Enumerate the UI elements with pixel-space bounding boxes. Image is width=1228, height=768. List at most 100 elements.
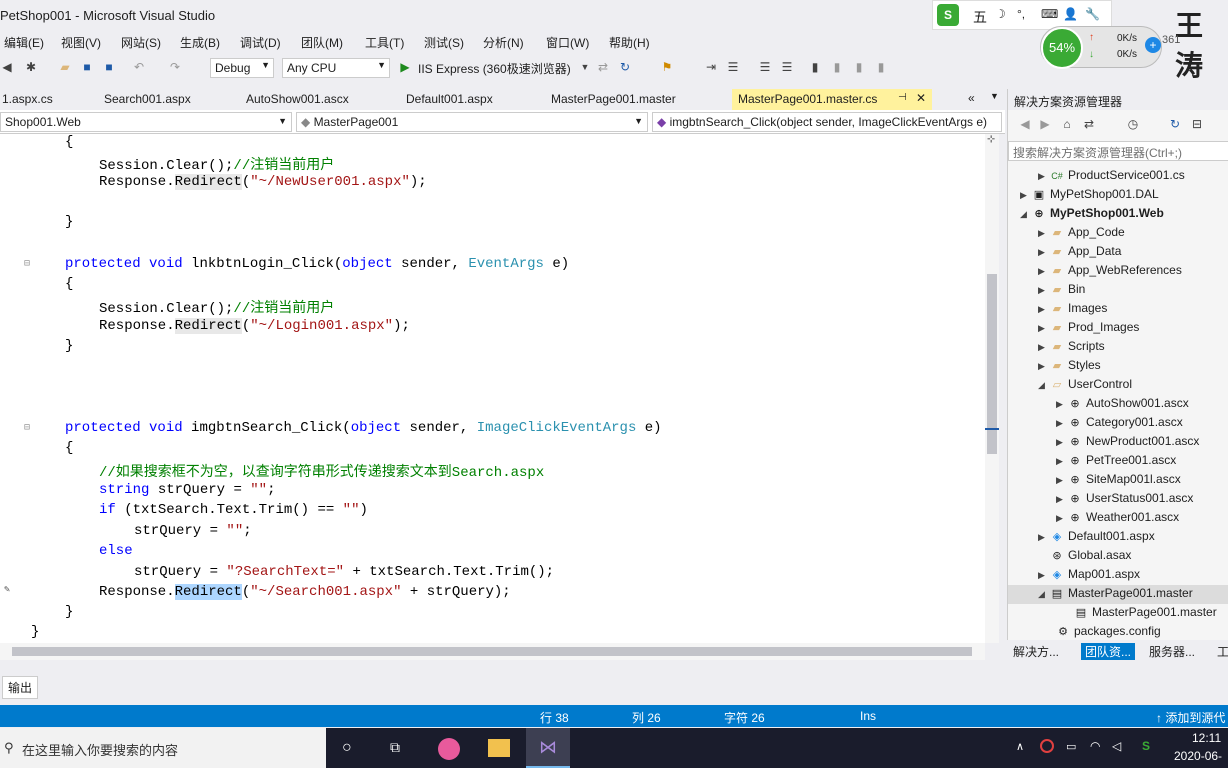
save-all-icon[interactable]: ■: [102, 60, 116, 74]
refresh-icon[interactable]: ↻: [618, 60, 632, 74]
tab-team-explorer[interactable]: 团队资...: [1081, 643, 1136, 660]
pin-icon[interactable]: ⊣: [898, 92, 907, 103]
refresh-icon[interactable]: ↻: [1168, 117, 1182, 131]
keyboard-icon[interactable]: ⌨: [1041, 7, 1058, 21]
user-icon[interactable]: 👤: [1063, 7, 1078, 21]
member-dropdown[interactable]: ◆ imgbtnSearch_Click(object sender, Imag…: [652, 112, 1002, 132]
menu-build[interactable]: 生成(B): [180, 34, 220, 51]
forward-icon[interactable]: ▶: [1038, 117, 1052, 131]
collapse-icon[interactable]: ⊟: [24, 258, 30, 278]
editor-vertical-scrollbar[interactable]: ⊹: [985, 134, 999, 643]
tab-output[interactable]: 输出: [2, 676, 39, 699]
browser-icon[interactable]: [438, 738, 460, 760]
tree-item[interactable]: ▶ ◈ Map001.aspx: [1038, 567, 1140, 586]
tree-item-selected[interactable]: ◢ ▤ MasterPage001.master: [1038, 586, 1193, 605]
close-icon[interactable]: ✕: [916, 91, 926, 105]
history-icon[interactable]: ◷: [1126, 117, 1140, 131]
tab-solution-explorer[interactable]: 解决方...: [1013, 643, 1059, 660]
menu-analyze[interactable]: 分析(N): [483, 34, 524, 51]
split-icon[interactable]: ⊹: [987, 134, 995, 145]
scroll-thumb[interactable]: [987, 274, 997, 454]
menu-team[interactable]: 团队(M): [301, 34, 343, 51]
moon-icon[interactable]: ☽: [995, 7, 1006, 21]
tree-item[interactable]: ▶ ⊕ AutoShow001.ascx: [1056, 396, 1189, 415]
tree-item[interactable]: ▤ MasterPage001.master: [1074, 605, 1217, 624]
menu-tools[interactable]: 工具(T): [365, 34, 404, 51]
tab-server-explorer[interactable]: 服务器...: [1149, 643, 1195, 660]
h-scroll-thumb[interactable]: [12, 647, 972, 656]
chevron-down-icon[interactable]: ▼: [578, 60, 592, 74]
show-hidden-icons-icon[interactable]: ∧: [1016, 740, 1024, 753]
battery-icon[interactable]: ▭: [1066, 740, 1076, 753]
tab-more[interactable]: 工: [1217, 643, 1228, 660]
tree-item[interactable]: ▶ C# ProductService001.cs: [1038, 168, 1185, 187]
ime-mode[interactable]: 五: [973, 7, 987, 27]
tab-autoshow001-ascx[interactable]: AutoShow001.ascx: [246, 89, 349, 110]
link-icon[interactable]: ⇄: [596, 60, 610, 74]
play-icon[interactable]: ▶: [398, 60, 412, 74]
tab-default001-aspx[interactable]: Default001.aspx: [406, 89, 493, 110]
tree-item[interactable]: ▶ ⊕ UserStatus001.ascx: [1056, 491, 1193, 510]
tree-item[interactable]: ▶ ▰ App_Data: [1038, 244, 1121, 263]
tree-item[interactable]: ▶ ⊕ Category001.ascx: [1056, 415, 1183, 434]
add-to-source-control-button[interactable]: ↑ 添加到源代: [1156, 709, 1225, 726]
tree-item[interactable]: ▶ ⊕ Weather001.ascx: [1056, 510, 1179, 529]
tree-item[interactable]: ▶ ▰ Bin: [1038, 282, 1085, 301]
sogou-tray-icon[interactable]: S: [1142, 739, 1150, 753]
menu-edit[interactable]: 编辑(E): [4, 34, 44, 51]
save-icon[interactable]: ■: [80, 60, 94, 74]
new-project-icon[interactable]: ✱: [24, 60, 38, 74]
menu-window[interactable]: 窗口(W): [546, 34, 589, 51]
prev-bookmark-icon[interactable]: ▮: [830, 60, 844, 74]
tab-aspx-cs[interactable]: 1.aspx.cs: [2, 89, 53, 110]
class-dropdown[interactable]: ◆ MasterPage001 ▼: [296, 112, 648, 132]
open-folder-icon[interactable]: ▰: [58, 60, 72, 74]
back-icon[interactable]: ◀: [1018, 117, 1032, 131]
tree-item[interactable]: ⊛ Global.asax: [1038, 548, 1131, 567]
tree-item[interactable]: ▶ ◈ Default001.aspx: [1038, 529, 1155, 548]
tree-item[interactable]: ▶ ▰ Prod_Images: [1038, 320, 1139, 339]
bookmark-icon[interactable]: ▮: [808, 60, 822, 74]
tree-item[interactable]: ▶ ⊕ NewProduct001.ascx: [1056, 434, 1199, 453]
record-icon[interactable]: [1040, 739, 1054, 753]
wrench-icon[interactable]: 🔧: [1085, 7, 1100, 21]
scroll-tabs-icon[interactable]: «: [968, 91, 975, 105]
tree-item[interactable]: ▶ ⊕ PetTree001.ascx: [1056, 453, 1176, 472]
visual-studio-taskbar-button[interactable]: ⋈: [526, 728, 570, 768]
tree-item[interactable]: ▶ ⊕ SiteMap001l.ascx: [1056, 472, 1181, 491]
tab-search001-aspx[interactable]: Search001.aspx: [104, 89, 191, 110]
undo-icon[interactable]: ↶: [132, 60, 146, 74]
run-button[interactable]: IIS Express (360极速浏览器): [418, 60, 571, 77]
tab-masterpage001-master[interactable]: MasterPage001.master: [551, 89, 676, 110]
clear-bookmark-icon[interactable]: ▮: [874, 60, 888, 74]
punctuation-icon[interactable]: °,: [1017, 7, 1025, 21]
menu-debug[interactable]: 调试(D): [240, 34, 281, 51]
volume-icon[interactable]: ◁: [1112, 739, 1121, 753]
tab-masterpage001-master-cs[interactable]: MasterPage001.master.cs ⊣ ✕: [732, 89, 932, 110]
redo-icon[interactable]: ↷: [168, 60, 182, 74]
find-icon[interactable]: ⚑: [660, 60, 674, 74]
uncomment-icon[interactable]: ☰: [780, 60, 794, 74]
tree-item[interactable]: ▶ ▰ App_Code: [1038, 225, 1125, 244]
step-icon[interactable]: ⇥: [704, 60, 718, 74]
code-editor[interactable]: { Session.Clear();//注销当前用户 Response.Redi…: [0, 134, 985, 643]
sogou-icon[interactable]: S: [937, 4, 959, 26]
tree-item[interactable]: ▶ ▣ MyPetShop001.DAL: [1020, 187, 1159, 206]
next-bookmark-icon[interactable]: ▮: [852, 60, 866, 74]
tree-item[interactable]: ▶ ▰ App_WebReferences: [1038, 263, 1182, 282]
home-icon[interactable]: ⌂: [1060, 117, 1074, 131]
configuration-select[interactable]: Debug ▼: [210, 58, 274, 78]
clock-date[interactable]: 2020-06-: [1174, 749, 1222, 763]
network-icon[interactable]: ◠: [1090, 739, 1100, 753]
editor-horizontal-scrollbar[interactable]: [0, 643, 985, 660]
platform-select[interactable]: Any CPU ▼: [282, 58, 390, 78]
project-dropdown[interactable]: Shop001.Web ▼: [0, 112, 292, 132]
menu-website[interactable]: 网站(S): [121, 34, 161, 51]
menu-help[interactable]: 帮助(H): [609, 34, 650, 51]
sync-icon[interactable]: ⇄: [1082, 117, 1096, 131]
tree-item[interactable]: ◢ ▱ UserControl: [1038, 377, 1132, 396]
file-explorer-icon[interactable]: [488, 739, 510, 757]
collapse-icon[interactable]: ⊟: [24, 422, 30, 442]
tab-list-icon[interactable]: ▼: [990, 91, 999, 101]
back-icon[interactable]: ◀: [0, 60, 14, 74]
